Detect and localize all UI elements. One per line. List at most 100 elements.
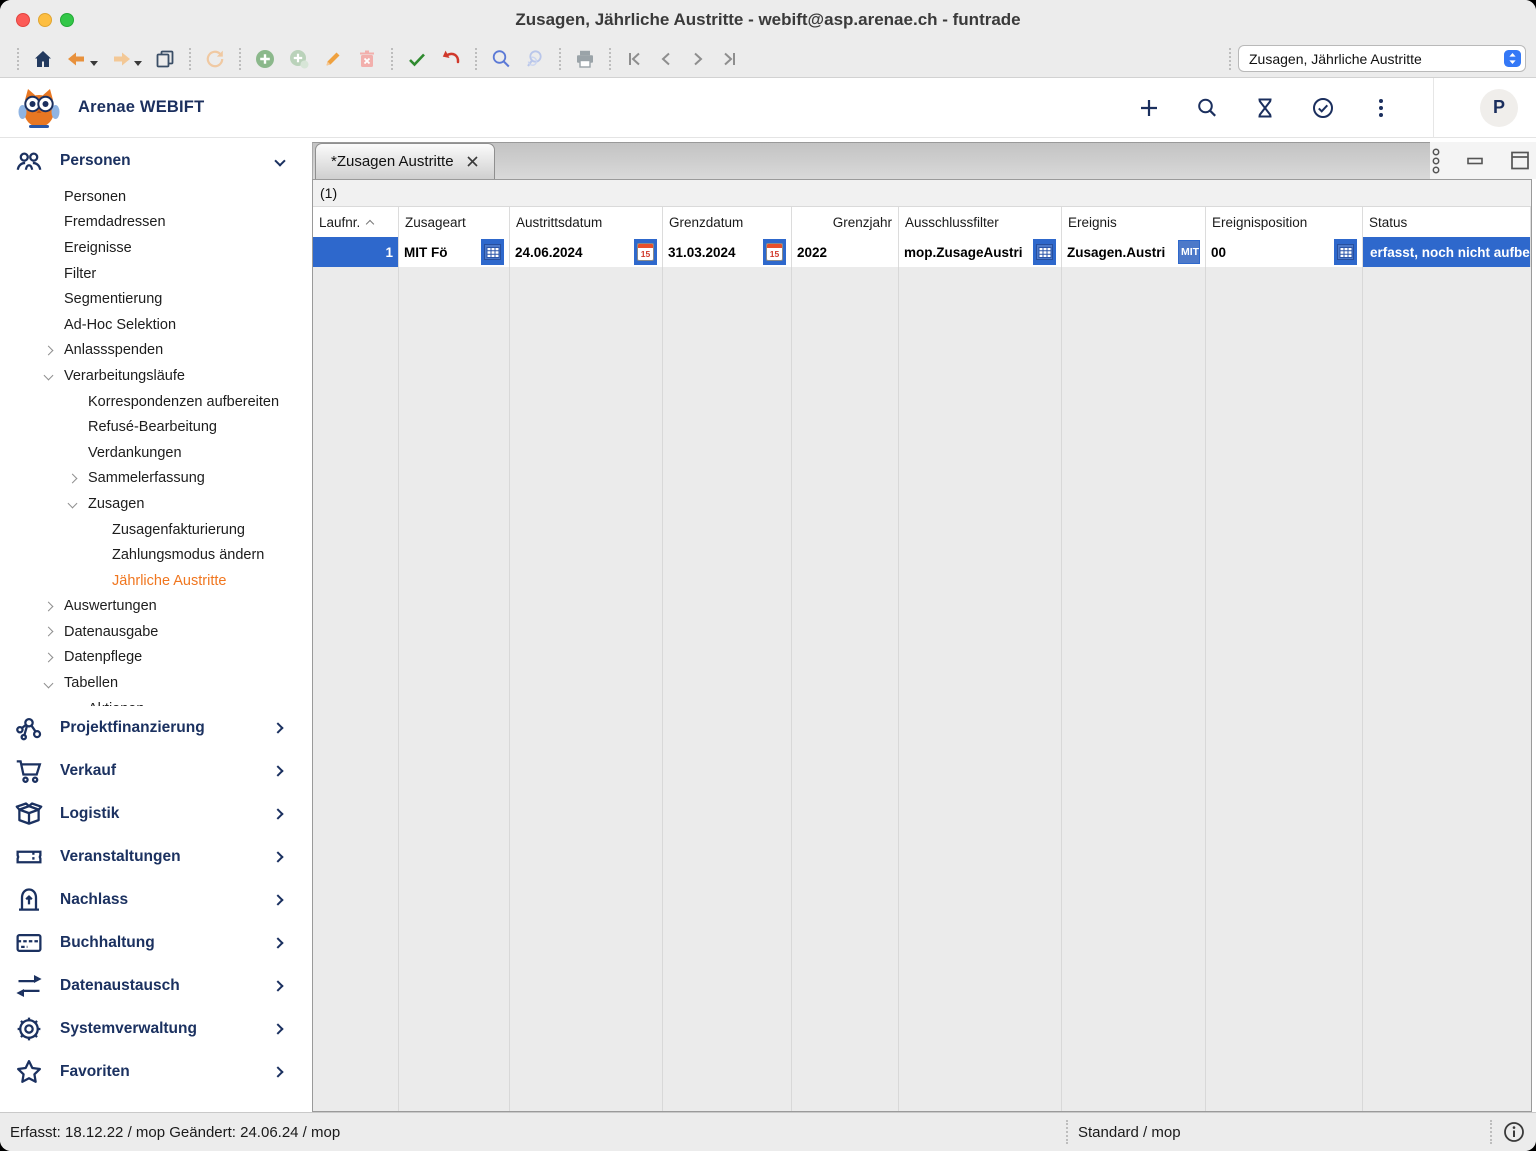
home-button[interactable] — [32, 48, 54, 70]
tree-item[interactable]: Personen — [0, 184, 308, 210]
lookup-grid-icon[interactable] — [1033, 239, 1056, 265]
first-record-button[interactable] — [624, 49, 644, 69]
tree-item[interactable]: Aktionen — [0, 696, 308, 706]
edit-record-button[interactable] — [322, 48, 344, 70]
tree-item[interactable]: Anlassspenden — [0, 338, 308, 364]
tree-item[interactable]: Zusagenfakturierung — [0, 517, 308, 543]
collapse-panel-icon[interactable] — [1464, 150, 1486, 172]
next-record-button[interactable] — [688, 49, 708, 69]
cell-ereignisposition[interactable]: 00 — [1206, 237, 1363, 267]
sidebar-section[interactable]: Datenaustausch — [0, 964, 308, 1007]
tree-item[interactable]: Datenpflege — [0, 645, 308, 671]
tree-item[interactable]: Fremdadressen — [0, 210, 308, 236]
add-record-button[interactable] — [254, 48, 276, 70]
table-row[interactable]: 1 MIT Fö 24.06.2024 15 31.03.2024 15 202… — [313, 237, 1531, 267]
tree-item[interactable]: Tabellen — [0, 670, 308, 696]
sidebar-section[interactable]: Verkauf — [0, 749, 308, 792]
sidebar-section[interactable]: Nachlass — [0, 878, 308, 921]
undo-button[interactable] — [440, 48, 462, 70]
confirm-button[interactable] — [406, 48, 428, 70]
cell-zusageart[interactable]: MIT Fö — [399, 237, 510, 267]
sidebar-section[interactable]: Buchhaltung — [0, 921, 308, 964]
tree-item-label: Datenausgabe — [64, 624, 158, 640]
sidebar-section[interactable]: Logistik — [0, 792, 308, 835]
user-avatar[interactable]: P — [1480, 89, 1518, 127]
previous-record-button[interactable] — [656, 49, 676, 69]
grave-icon — [14, 886, 44, 914]
sidebar-section[interactable]: Favoriten — [0, 1050, 308, 1093]
column-header-austrittsdatum[interactable]: Austrittsdatum — [510, 207, 663, 237]
calendar-picker-icon[interactable]: 15 — [634, 239, 657, 265]
forward-history-caret-icon[interactable] — [134, 61, 142, 66]
column-header-grenzdatum[interactable]: Grenzdatum — [663, 207, 792, 237]
cell-status[interactable]: erfasst, noch nicht aufbe — [1363, 237, 1531, 267]
lookup-grid-icon[interactable] — [481, 239, 504, 265]
cell-ausschlussfilter[interactable]: mop.ZusageAustri — [899, 237, 1062, 267]
tree-item[interactable]: Verarbeitungsläufe — [0, 363, 308, 389]
zoom-window-button[interactable] — [60, 13, 74, 27]
duplicate-window-button[interactable] — [154, 48, 176, 70]
completed-tasks-button[interactable] — [1311, 96, 1335, 120]
ereignis-value-badge[interactable]: MIT — [1178, 240, 1200, 264]
print-button[interactable] — [574, 48, 596, 70]
delete-record-button[interactable] — [356, 48, 378, 70]
close-tab-icon[interactable] — [466, 155, 479, 168]
magnifier-icon — [490, 48, 512, 70]
lookup-grid-icon[interactable] — [1334, 239, 1357, 265]
tree-item-label: Ereignisse — [64, 240, 132, 256]
maximize-panel-icon[interactable] — [1508, 149, 1532, 173]
tree-item[interactable]: Korrespondenzen aufbereiten — [0, 389, 308, 415]
sidebar-section-personen[interactable]: Personen — [0, 138, 308, 184]
tree-item[interactable]: Segmentierung — [0, 286, 308, 312]
cell-grenzjahr[interactable]: 2022 — [792, 237, 899, 267]
sidebar-section[interactable]: Systemverwaltung — [0, 1007, 308, 1050]
view-selector-dropdown[interactable]: Zusagen, Jährliche Austritte — [1238, 45, 1526, 72]
tree-item[interactable]: Auswertungen — [0, 594, 308, 620]
last-record-button[interactable] — [720, 49, 740, 69]
sidebar-section[interactable]: Veranstaltungen — [0, 835, 308, 878]
tree-item[interactable]: Zahlungsmodus ändern — [0, 542, 308, 568]
column-header-ausschlussfilter[interactable]: Ausschlussfilter — [899, 207, 1062, 237]
search-button[interactable] — [490, 48, 512, 70]
column-header-ereignisposition[interactable]: Ereignisposition — [1206, 207, 1363, 237]
tree-item[interactable]: Datenausgabe — [0, 619, 308, 645]
add-copy-record-button[interactable] — [288, 48, 310, 70]
global-add-button[interactable] — [1137, 96, 1161, 120]
tree-item[interactable]: Jährliche Austritte — [0, 568, 308, 594]
cell-laufnr[interactable]: 1 — [313, 237, 399, 267]
column-header-status[interactable]: Status — [1363, 207, 1531, 237]
tree-item[interactable]: Sammelerfassung — [0, 466, 308, 492]
column-header-zusageart[interactable]: Zusageart — [399, 207, 510, 237]
tree-item[interactable]: Filter — [0, 261, 308, 287]
back-history-caret-icon[interactable] — [90, 61, 98, 66]
more-options-button[interactable] — [1369, 96, 1393, 120]
gear-icon — [14, 1015, 44, 1043]
cell-ereignis[interactable]: Zusagen.Austri MIT — [1062, 237, 1206, 267]
tree-item-label: Ad-Hoc Selektion — [64, 317, 176, 333]
close-window-button[interactable] — [16, 13, 30, 27]
refresh-button[interactable] — [204, 48, 226, 70]
cell-grenzdatum[interactable]: 31.03.2024 15 — [663, 237, 792, 267]
pending-tasks-button[interactable] — [1253, 96, 1277, 120]
global-search-button[interactable] — [1195, 96, 1219, 120]
info-icon[interactable] — [1502, 1120, 1526, 1144]
column-header-laufnr[interactable]: Laufnr. — [313, 207, 399, 237]
tree-item[interactable]: Verdankungen — [0, 440, 308, 466]
tab-zusagen-austritte[interactable]: *Zusagen Austritte — [315, 143, 495, 179]
tab-options-icon[interactable] — [1430, 147, 1442, 175]
sidebar-section[interactable]: Projektfinanzierung — [0, 706, 308, 749]
back-button[interactable] — [66, 48, 98, 70]
tree-item[interactable]: Ad-Hoc Selektion — [0, 312, 308, 338]
box-icon — [14, 800, 44, 828]
tree-item[interactable]: Refusé-Bearbeitung — [0, 414, 308, 440]
tree-item[interactable]: Zusagen — [0, 491, 308, 517]
column-header-grenzjahr[interactable]: Grenzjahr — [792, 207, 899, 237]
minimize-window-button[interactable] — [38, 13, 52, 27]
search-again-button[interactable] — [524, 48, 546, 70]
forward-button[interactable] — [110, 48, 142, 70]
tree-chevron-icon — [40, 347, 56, 354]
tree-item[interactable]: Ereignisse — [0, 235, 308, 261]
cell-austrittsdatum[interactable]: 24.06.2024 15 — [510, 237, 663, 267]
column-header-ereignis[interactable]: Ereignis — [1062, 207, 1206, 237]
calendar-picker-icon[interactable]: 15 — [763, 239, 786, 265]
